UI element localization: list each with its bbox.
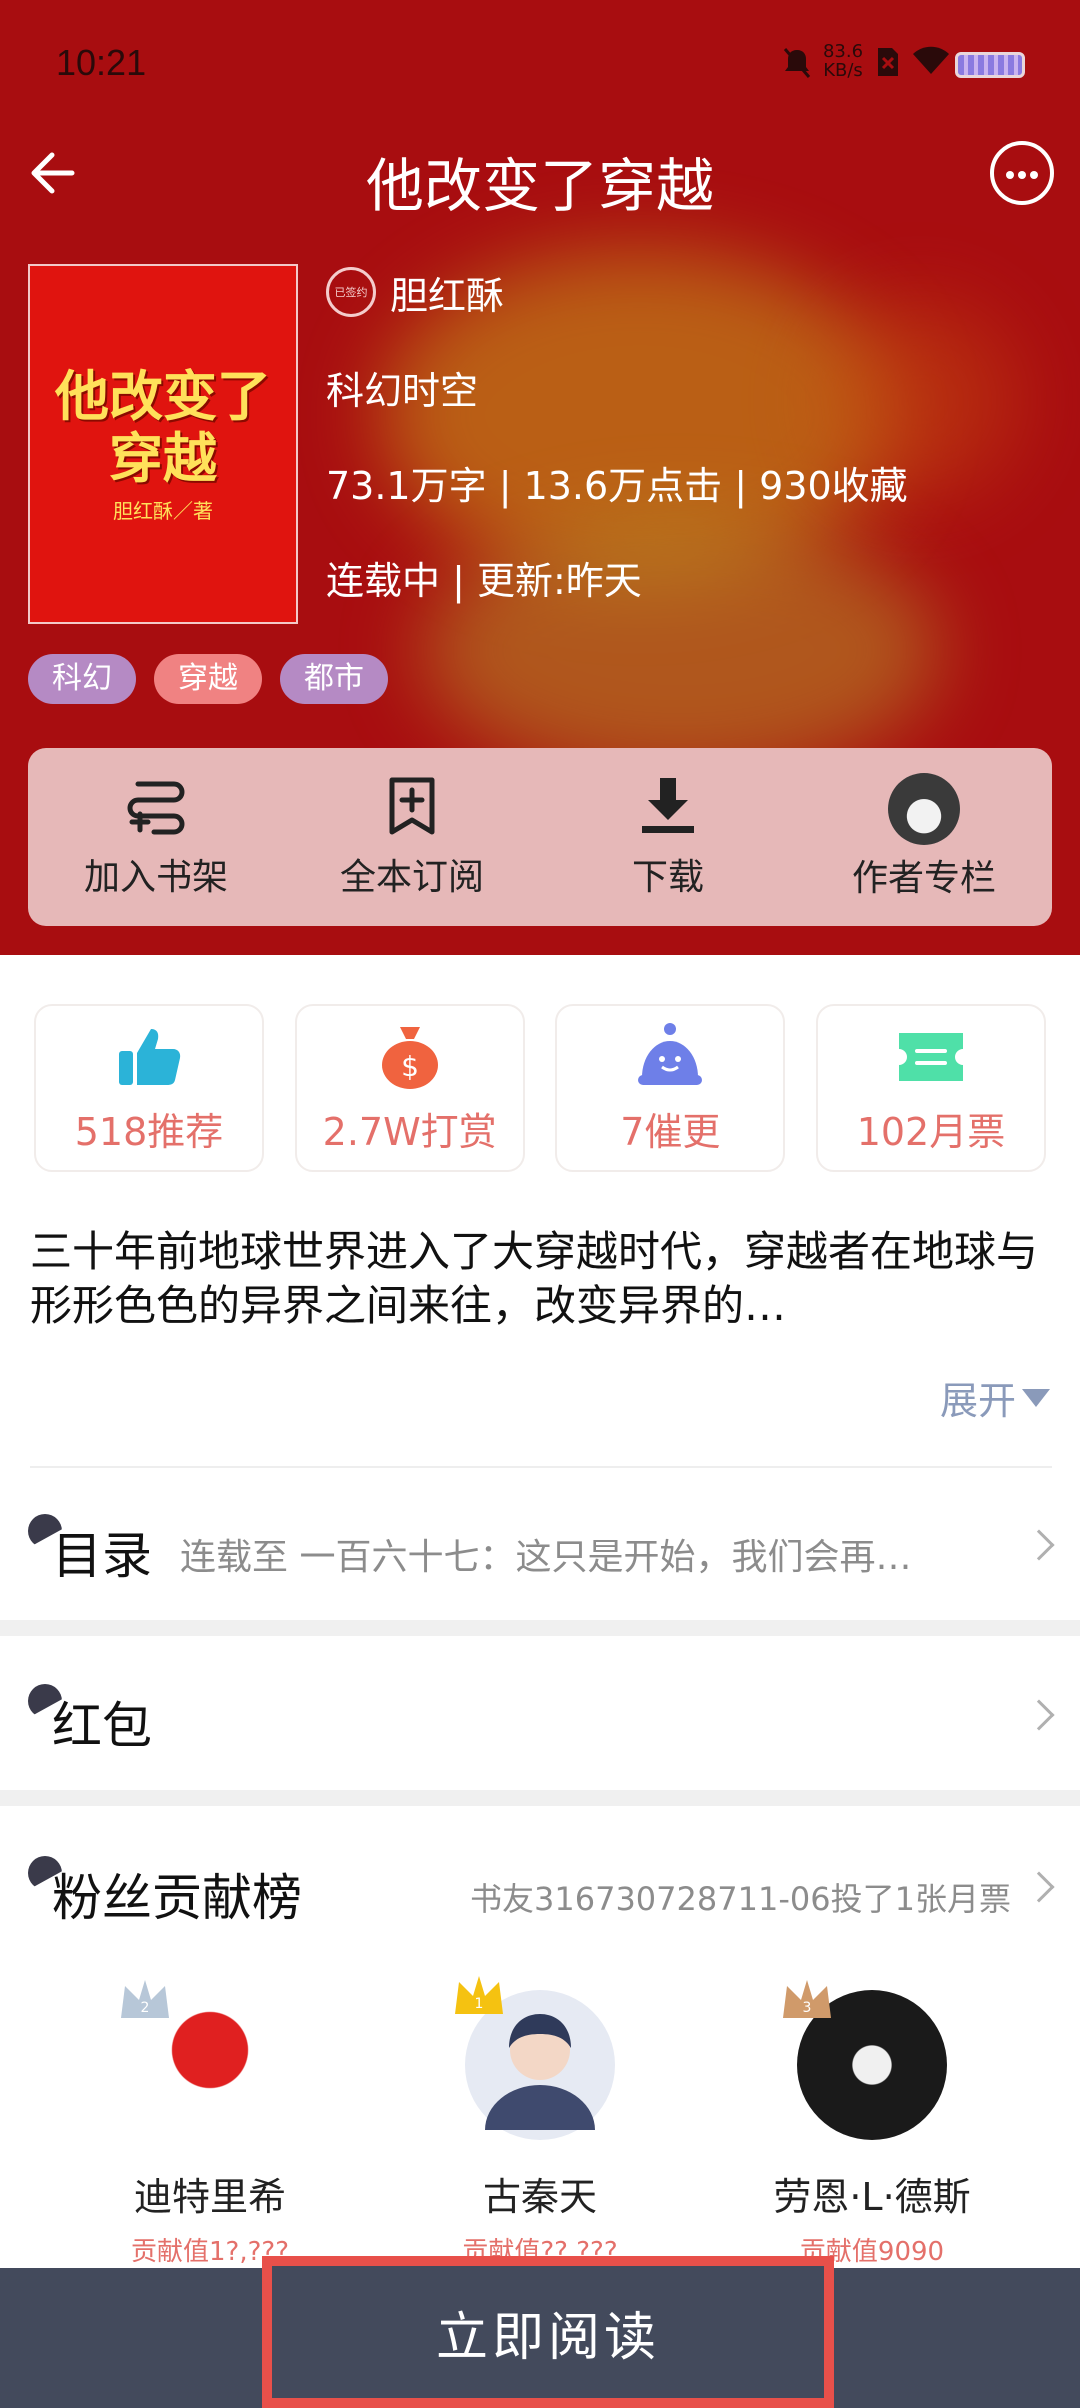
- tag-time-travel[interactable]: 穿越: [154, 654, 262, 704]
- cover-title: 他改变了穿越: [55, 363, 271, 490]
- catalog-latest-chapter: 连载至 一百六十七：这只是开始，我们会再…: [180, 1537, 912, 1578]
- subscribe-all-button[interactable]: 全本订阅: [284, 748, 540, 926]
- urge-update-card[interactable]: 7催更: [555, 1004, 786, 1172]
- gold-crown-icon: 1: [455, 1976, 503, 2014]
- synopsis-text: 三十年前地球世界进入了大穿越时代，穿越者在地球与形形色色的异界之间来往，改变异界…: [30, 1227, 1039, 1330]
- tag-urban[interactable]: 都市: [280, 654, 388, 704]
- author-name[interactable]: 胆红酥: [390, 265, 504, 320]
- fan-rank-number: 1: [475, 1996, 484, 2012]
- expand-label: 展开: [939, 1379, 1016, 1423]
- add-to-shelf-label: 加入书架: [83, 857, 228, 898]
- sim-off-icon: [878, 48, 898, 76]
- stat-cards: 518推荐 $ 2.7W打赏 7催更 102月票: [34, 1004, 1046, 1172]
- ticket-icon: [898, 1032, 963, 1081]
- book-genre: 科幻时空: [326, 369, 479, 413]
- download-label: 下载: [631, 857, 704, 898]
- chevron-right-icon: [1023, 1529, 1055, 1561]
- expand-button[interactable]: 展开: [940, 1370, 1050, 1425]
- book-header: 10:21 83.6 KB/s 他改变了穿越 他改变了穿越 胆红酥／著 已签约 …: [0, 0, 1080, 955]
- net-speed-value: 83.6: [822, 41, 864, 62]
- action-card: 加入书架 全本订阅 下载 作者专栏: [28, 748, 1052, 926]
- chevron-right-icon: [1023, 1871, 1055, 1903]
- signed-badge-icon: 已签约: [326, 267, 376, 317]
- fan-rank-2[interactable]: 2 迪特里希 贡献值1?,???: [80, 1980, 340, 2268]
- net-speed-unit: KB/s: [823, 60, 863, 81]
- section-gap: [0, 1620, 1080, 1636]
- mute-icon: [783, 48, 811, 78]
- red-packet-title: 红包: [52, 1697, 152, 1755]
- triangle-down-icon: [1022, 1388, 1050, 1407]
- author-row[interactable]: 已签约 胆红酥: [326, 262, 908, 322]
- download-button[interactable]: 下载: [540, 748, 796, 926]
- reward-count: 2.7W打赏: [322, 1109, 497, 1154]
- tag-scifi[interactable]: 科幻: [28, 654, 136, 704]
- svg-text:$: $: [401, 1050, 419, 1083]
- author-avatar: [888, 773, 960, 845]
- book-cover[interactable]: 他改变了穿越 胆红酥／著: [28, 264, 298, 624]
- recommend-count: 518推荐: [74, 1109, 224, 1154]
- download-icon: [642, 778, 694, 833]
- fan-avatar: 1: [455, 1976, 615, 2140]
- bell-icon: [638, 1022, 703, 1085]
- section-gap: [0, 1790, 1080, 1806]
- navigation-bar: 他改变了穿越: [0, 125, 1080, 225]
- net-speed: 83.6 KB/s: [820, 42, 866, 80]
- divider: [30, 1466, 1052, 1468]
- fan-name: 迪特里希: [133, 2175, 286, 2219]
- fan-ranking-latest: 书友316730728711-06投了1张月票: [470, 1880, 1010, 1918]
- thumbs-up-icon: [119, 1028, 181, 1085]
- silver-crown-icon: 2: [121, 1980, 169, 2018]
- book-stats: 73.1万字 | 13.6万点击 | 930收藏: [326, 464, 908, 508]
- fan-rank-1[interactable]: 1 古秦天 贡献值??,???: [410, 1976, 670, 2268]
- bookshelf-add-icon: [127, 781, 185, 835]
- urge-update-count: 7催更: [620, 1109, 721, 1154]
- monthly-ticket-card[interactable]: 102月票: [815, 1004, 1046, 1172]
- book-info: 已签约 胆红酥 科幻时空 73.1万字 | 13.6万点击 | 930收藏 连载…: [326, 262, 908, 605]
- bronze-crown-icon: 3: [783, 1980, 831, 2018]
- reward-card[interactable]: $ 2.7W打赏: [294, 1004, 525, 1172]
- status-bar: 10:21 83.6 KB/s: [0, 0, 1080, 125]
- status-time: 10:21: [56, 42, 147, 83]
- author-column-label: 作者专栏: [851, 858, 996, 899]
- subscribe-icon: [389, 777, 435, 835]
- fan-rank-number: 3: [803, 2000, 812, 2016]
- more-options-icon[interactable]: [990, 141, 1054, 205]
- fan-avatar: 2: [121, 1980, 285, 2140]
- page-title: 他改变了穿越: [365, 152, 714, 220]
- recommend-card[interactable]: 518推荐: [34, 1004, 264, 1172]
- read-now-button[interactable]: 立即阅读: [262, 2256, 834, 2408]
- wifi-icon: [913, 46, 949, 74]
- money-bag-icon: $: [381, 1026, 438, 1089]
- fan-rank-3[interactable]: 3 劳恩·L·德斯 贡献值9090: [742, 1980, 1002, 2268]
- tag-list: 科幻 穿越 都市: [28, 654, 388, 704]
- monthly-ticket-count: 102月票: [856, 1109, 1006, 1154]
- fan-avatar: 3: [783, 1980, 947, 2140]
- author-column-button[interactable]: 作者专栏: [796, 748, 1052, 926]
- red-packet-row[interactable]: 红包: [0, 1664, 1080, 1764]
- add-to-shelf-button[interactable]: 加入书架: [28, 748, 284, 926]
- fan-ranking-row[interactable]: 粉丝贡献榜 书友316730728711-06投了1张月票: [0, 1836, 1080, 1936]
- catalog-row[interactable]: 目录 连载至 一百六十七：这只是开始，我们会再…: [0, 1494, 1080, 1594]
- fan-name: 古秦天: [482, 2175, 597, 2219]
- fan-rank-number: 2: [141, 2000, 150, 2016]
- catalog-title: 目录: [52, 1527, 152, 1585]
- fan-ranking-title: 粉丝贡献榜: [52, 1869, 302, 1927]
- subscribe-all-label: 全本订阅: [339, 857, 484, 898]
- chevron-right-icon: [1023, 1699, 1055, 1731]
- book-update-status: 连载中 | 更新:昨天: [326, 559, 642, 603]
- cover-author: 胆红酥／著: [113, 498, 213, 523]
- fan-name: 劳恩·L·德斯: [773, 2175, 971, 2219]
- battery-icon: [955, 52, 1025, 78]
